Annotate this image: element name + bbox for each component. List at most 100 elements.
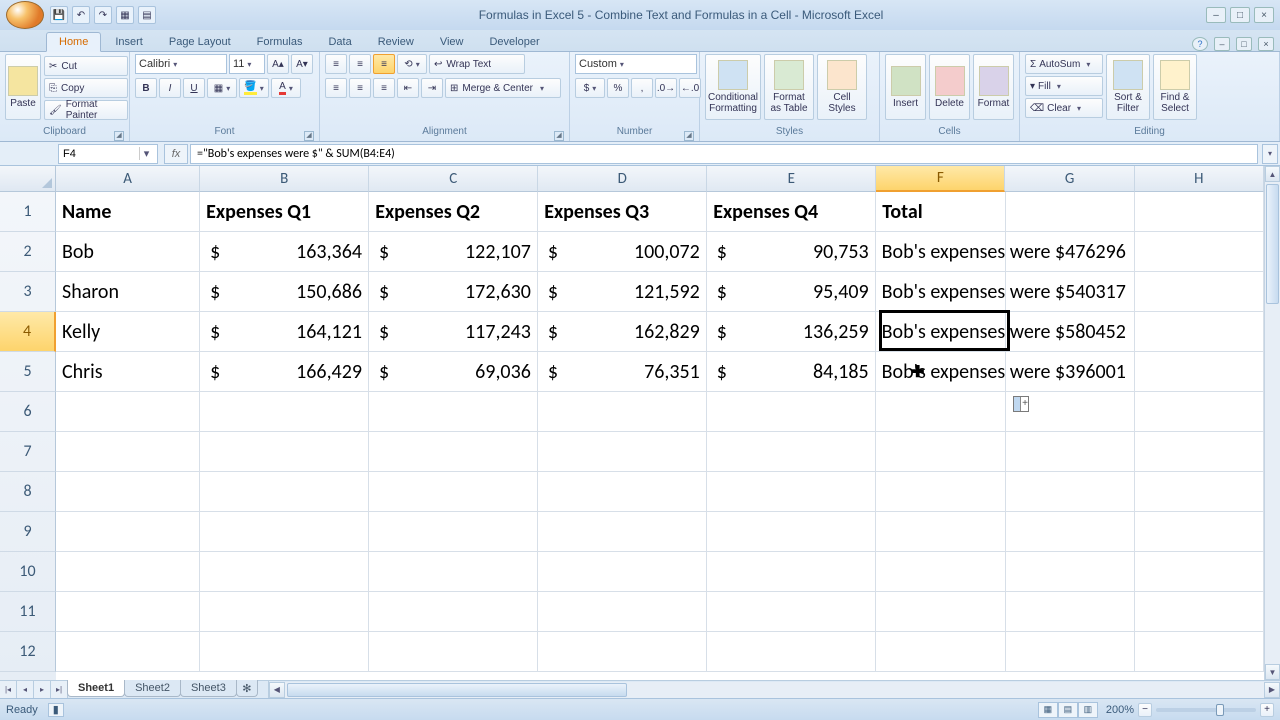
cell-C2[interactable]: $122,107 xyxy=(369,232,538,272)
cell-A11[interactable] xyxy=(56,592,200,632)
decrease-indent-button[interactable]: ⇤ xyxy=(397,78,419,98)
row-header-2[interactable]: 2 xyxy=(0,232,56,272)
cell-A1[interactable]: Name xyxy=(56,192,200,232)
zoom-out-button[interactable]: − xyxy=(1138,703,1152,717)
cell-H8[interactable] xyxy=(1135,472,1264,512)
col-header-E[interactable]: E xyxy=(707,166,876,192)
wrap-text-button[interactable]: ↩Wrap Text xyxy=(429,54,525,74)
cell-B9[interactable] xyxy=(200,512,369,552)
row-header-11[interactable]: 11 xyxy=(0,592,56,632)
tab-review[interactable]: Review xyxy=(366,33,426,51)
sheet-tab-2[interactable]: Sheet2 xyxy=(124,680,181,697)
orientation-button[interactable]: ⟲ xyxy=(397,54,427,74)
number-format-select[interactable]: Custom xyxy=(575,54,697,74)
row-header-4[interactable]: 4 xyxy=(0,312,56,352)
sheet-nav-first[interactable]: |◂ xyxy=(0,681,17,698)
cell-F6[interactable] xyxy=(876,392,1005,432)
undo-icon[interactable]: ↶ xyxy=(72,6,90,24)
col-header-C[interactable]: C xyxy=(369,166,538,192)
sheet-tab-1[interactable]: Sheet1 xyxy=(67,680,125,697)
align-left-button[interactable]: ≡ xyxy=(325,78,347,98)
accounting-format-button[interactable]: $ xyxy=(575,78,605,98)
cell-B12[interactable] xyxy=(200,632,369,672)
cell-E1[interactable]: Expenses Q4 xyxy=(707,192,876,232)
format-painter-button[interactable]: 🖌Format Painter xyxy=(44,100,128,120)
new-sheet-button[interactable]: ✻ xyxy=(236,680,258,697)
cut-button[interactable]: ✂Cut xyxy=(44,56,128,76)
row-header-3[interactable]: 3 xyxy=(0,272,56,312)
cell-B8[interactable] xyxy=(200,472,369,512)
tab-page-layout[interactable]: Page Layout xyxy=(157,33,243,51)
cell-D4[interactable]: $162,829 xyxy=(538,312,707,352)
align-bottom-button[interactable]: ≡ xyxy=(373,54,395,74)
cell-C4[interactable]: $117,243 xyxy=(369,312,538,352)
col-header-F[interactable]: F xyxy=(876,166,1005,192)
redo-icon[interactable]: ↷ xyxy=(94,6,112,24)
cell-F2[interactable]: Bob's expenses were $476296 xyxy=(876,232,1006,272)
col-header-A[interactable]: A xyxy=(56,166,200,192)
row-header-1[interactable]: 1 xyxy=(0,192,56,232)
fill-button[interactable]: ▾Fill xyxy=(1025,76,1103,96)
cell-D5[interactable]: $76,351 xyxy=(538,352,707,392)
cell-G1[interactable] xyxy=(1006,192,1135,232)
bold-button[interactable]: B xyxy=(135,78,157,98)
border-button[interactable]: ▦ xyxy=(207,78,237,98)
namebox-dropdown-icon[interactable]: ▾ xyxy=(139,147,153,160)
col-header-G[interactable]: G xyxy=(1005,166,1134,192)
cell-H3[interactable] xyxy=(1135,272,1264,312)
sheet-nav-last[interactable]: ▸| xyxy=(51,681,68,698)
cell-A10[interactable] xyxy=(56,552,200,592)
autosum-button[interactable]: ΣAutoSum xyxy=(1025,54,1103,74)
cell-H7[interactable] xyxy=(1135,432,1264,472)
cell-E2[interactable]: $90,753 xyxy=(707,232,876,272)
format-cells-button[interactable]: Format xyxy=(973,54,1014,120)
col-header-D[interactable]: D xyxy=(538,166,707,192)
cell-H4[interactable] xyxy=(1135,312,1264,352)
cell-A4[interactable]: Kelly xyxy=(56,312,200,352)
tab-formulas[interactable]: Formulas xyxy=(245,33,315,51)
cell-B11[interactable] xyxy=(200,592,369,632)
font-size-select[interactable]: 11 xyxy=(229,54,265,74)
cell-D7[interactable] xyxy=(538,432,707,472)
tab-developer[interactable]: Developer xyxy=(477,33,551,51)
help-icon[interactable]: ? xyxy=(1192,37,1208,51)
increase-decimal-button[interactable]: .0→ xyxy=(655,78,677,98)
cell-B6[interactable] xyxy=(200,392,369,432)
select-all-corner[interactable] xyxy=(0,166,56,192)
merge-center-button[interactable]: ⊞Merge & Center xyxy=(445,78,561,98)
formula-bar[interactable]: ="Bob's expenses were $" & SUM(B4:E4) xyxy=(190,144,1258,164)
cell-C11[interactable] xyxy=(369,592,538,632)
cell-C9[interactable] xyxy=(369,512,538,552)
cell-C5[interactable]: $69,036 xyxy=(369,352,538,392)
qat-custom2-icon[interactable]: ▤ xyxy=(138,6,156,24)
row-header-5[interactable]: 5 xyxy=(0,352,56,392)
cell-A3[interactable]: Sharon xyxy=(56,272,200,312)
cell-H1[interactable] xyxy=(1135,192,1264,232)
cell-D6[interactable] xyxy=(538,392,707,432)
cell-C6[interactable] xyxy=(369,392,538,432)
insert-cells-button[interactable]: Insert xyxy=(885,54,926,120)
sheet-nav-next[interactable]: ▸ xyxy=(34,681,51,698)
macro-record-icon[interactable]: ▮ xyxy=(48,703,64,717)
cell-F7[interactable] xyxy=(876,432,1005,472)
close-button[interactable]: × xyxy=(1254,7,1274,23)
page-break-view-button[interactable]: ▥ xyxy=(1078,702,1098,718)
maximize-button[interactable]: □ xyxy=(1230,7,1250,23)
zoom-slider[interactable] xyxy=(1156,708,1256,712)
minimize-button[interactable]: – xyxy=(1206,7,1226,23)
row-header-7[interactable]: 7 xyxy=(0,432,56,472)
row-header-8[interactable]: 8 xyxy=(0,472,56,512)
format-as-table-button[interactable]: Format as Table xyxy=(764,54,814,120)
fill-color-button[interactable]: 🪣 xyxy=(239,78,269,98)
decrease-font-button[interactable]: A▾ xyxy=(291,54,313,74)
cell-G11[interactable] xyxy=(1006,592,1135,632)
cell-B10[interactable] xyxy=(200,552,369,592)
cell-F11[interactable] xyxy=(876,592,1005,632)
cell-G8[interactable] xyxy=(1006,472,1135,512)
clipboard-dialog-launcher[interactable]: ◢ xyxy=(114,131,124,141)
cell-D11[interactable] xyxy=(538,592,707,632)
cell-A8[interactable] xyxy=(56,472,200,512)
underline-button[interactable]: U xyxy=(183,78,205,98)
tab-data[interactable]: Data xyxy=(316,33,363,51)
cell-B3[interactable]: $150,686 xyxy=(200,272,369,312)
